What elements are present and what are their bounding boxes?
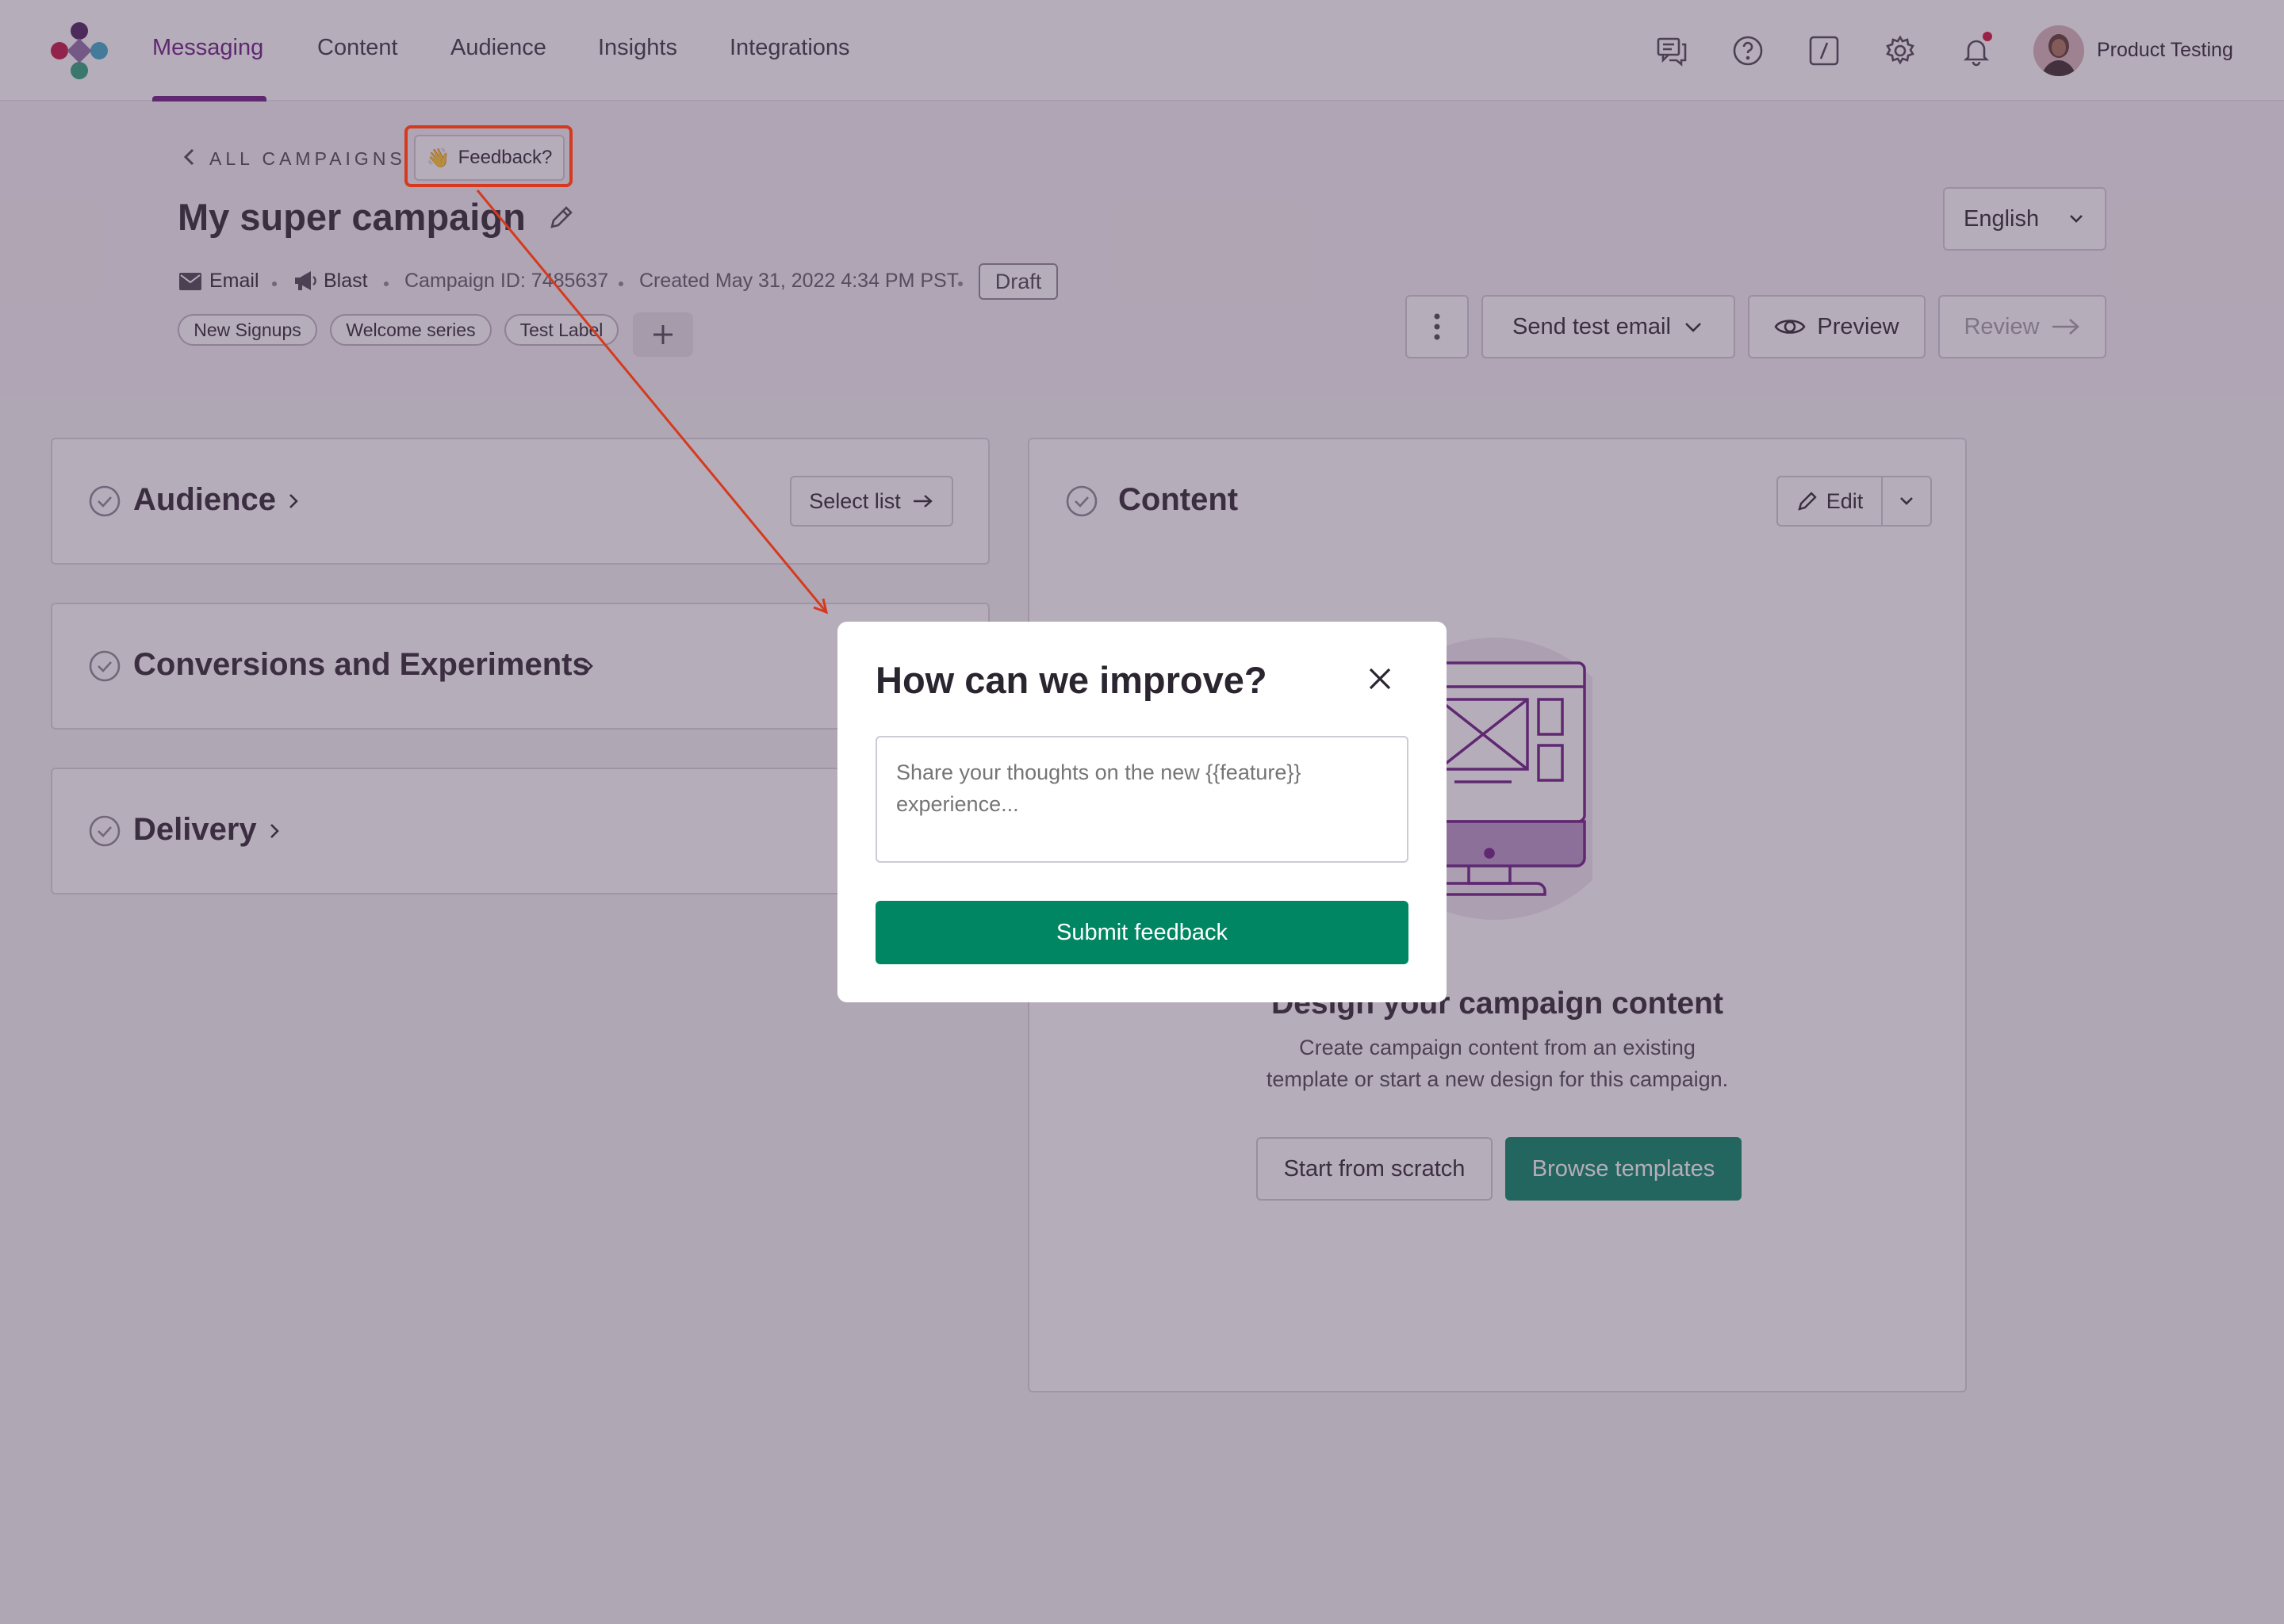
feedback-highlight-annotation: [404, 125, 573, 187]
annotation-arrow: [476, 190, 829, 615]
submit-feedback-button[interactable]: Submit feedback: [876, 901, 1408, 964]
feedback-modal: How can we improve? Submit feedback: [837, 622, 1447, 1002]
modal-title: How can we improve?: [876, 659, 1267, 701]
feedback-textarea[interactable]: [876, 736, 1408, 863]
close-icon[interactable]: [1364, 663, 1396, 695]
